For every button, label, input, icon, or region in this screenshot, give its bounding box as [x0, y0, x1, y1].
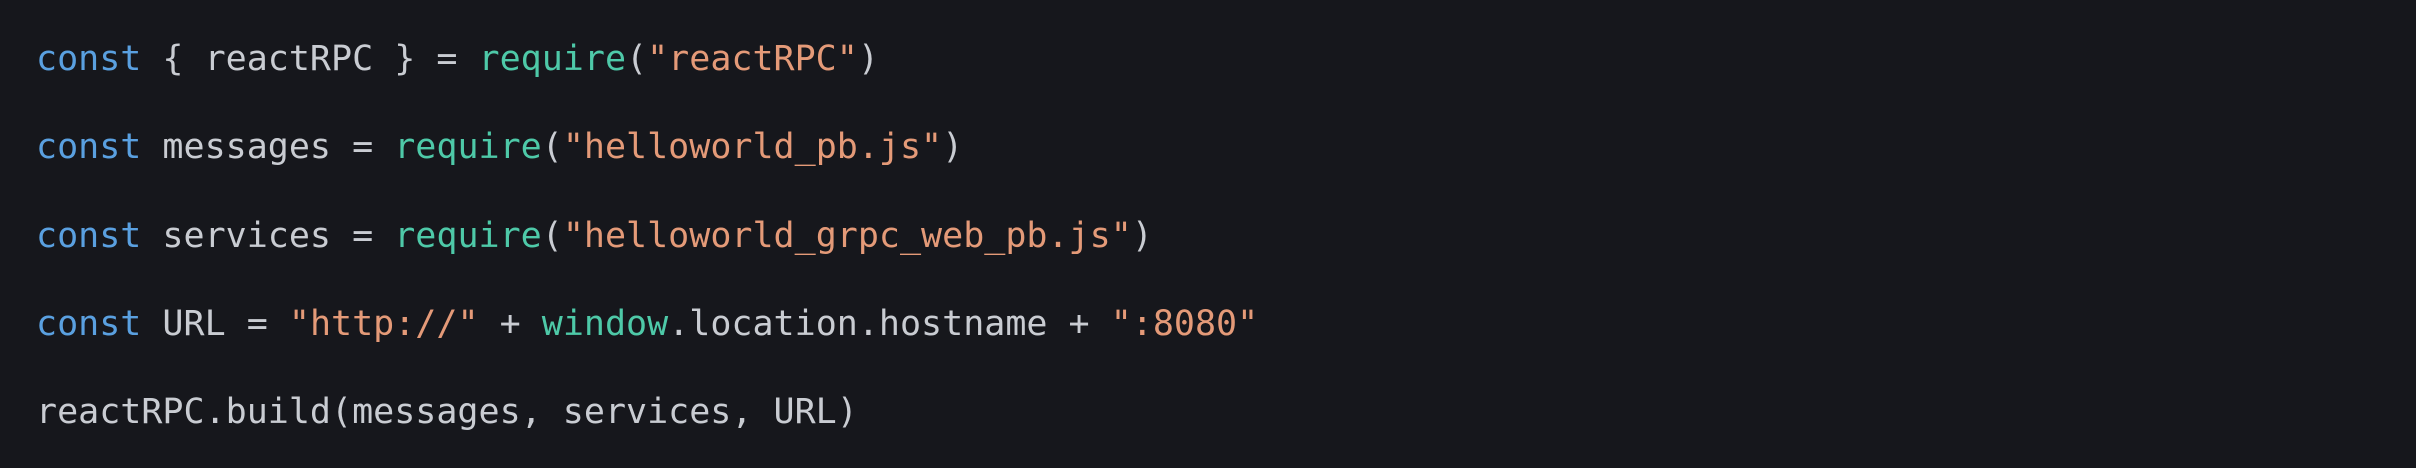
- code-line-import-services: const services = require("helloworld_grp…: [36, 210, 1153, 262]
- code-line-build-call: reactRPC.build(messages, services, URL): [36, 386, 858, 438]
- code-text: URL =: [141, 304, 289, 344]
- code-text: (: [541, 127, 563, 167]
- code-text: ): [942, 127, 964, 167]
- string-literal: "http://": [288, 304, 479, 344]
- string-literal: "reactRPC": [647, 39, 858, 79]
- string-literal: "helloworld_pb.js": [562, 127, 943, 167]
- string-literal: "helloworld_grpc_web_pb.js": [562, 216, 1132, 256]
- keyword-const: const: [36, 127, 142, 167]
- code-text: +: [478, 304, 542, 344]
- code-block: const { reactRPC } = require("reactRPC")…: [0, 0, 2416, 468]
- function-require: require: [394, 127, 542, 167]
- keyword-const: const: [36, 304, 142, 344]
- code-text: ): [1131, 216, 1153, 256]
- code-text: { reactRPC } =: [141, 39, 479, 79]
- function-require: require: [478, 39, 627, 79]
- function-require: require: [394, 216, 542, 256]
- code-text: reactRPC.build(messages, services, URL): [36, 392, 858, 432]
- global-window: window: [541, 304, 669, 344]
- code-line-import-reactrpc: const { reactRPC } = require("reactRPC"): [36, 33, 879, 85]
- code-line-url: const URL = "http://" + window.location.…: [36, 298, 1258, 350]
- code-text: (: [541, 216, 563, 256]
- keyword-const: const: [36, 216, 142, 256]
- code-text: messages =: [141, 127, 395, 167]
- code-text: services =: [141, 216, 395, 256]
- code-line-import-messages: const messages = require("helloworld_pb.…: [36, 121, 963, 173]
- string-literal: ":8080": [1110, 304, 1259, 344]
- keyword-const: const: [36, 39, 142, 79]
- code-text: ): [857, 39, 879, 79]
- code-text: (: [626, 39, 648, 79]
- code-text: .location.hostname +: [668, 304, 1111, 344]
